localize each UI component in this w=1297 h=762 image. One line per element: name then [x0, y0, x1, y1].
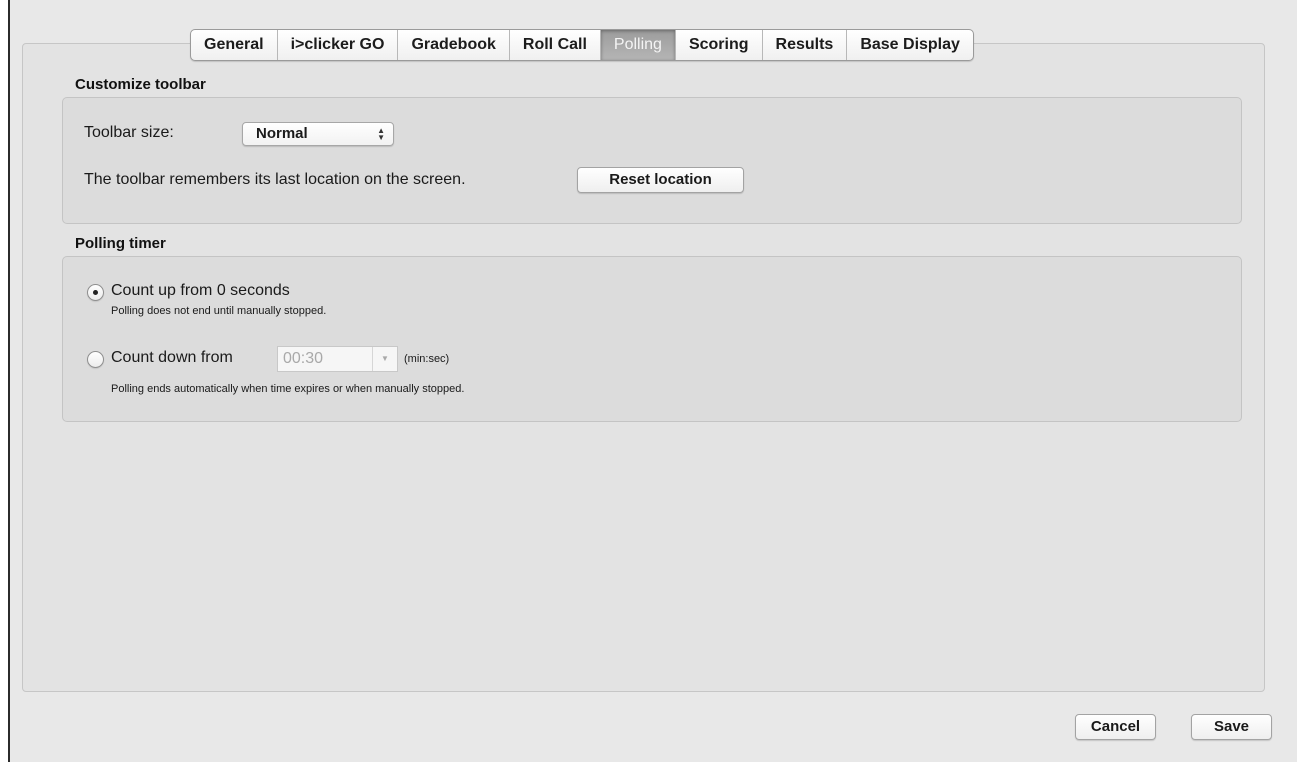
count-down-label[interactable]: Count down from: [111, 349, 233, 367]
polling-timer-heading: Polling timer: [75, 235, 166, 252]
tab-roll-call[interactable]: Roll Call: [510, 30, 601, 60]
count-down-hint: Polling ends automatically when time exp…: [111, 383, 465, 395]
polling-timer-group: [62, 256, 1242, 422]
tab-polling[interactable]: Polling: [600, 30, 676, 60]
time-unit-label: (min:sec): [404, 353, 450, 365]
countdown-time-combobox[interactable]: 00:30 ▼: [277, 346, 398, 372]
count-down-radio[interactable]: [87, 351, 104, 368]
toolbar-size-value: Normal: [256, 125, 308, 142]
tab-base-display[interactable]: Base Display: [847, 30, 973, 60]
updown-arrows-icon: ▲ ▼: [377, 126, 385, 142]
customize-toolbar-group: [62, 97, 1242, 224]
save-button[interactable]: Save: [1191, 714, 1272, 740]
reset-location-button[interactable]: Reset location: [577, 167, 744, 193]
toolbar-size-label: Toolbar size:: [84, 124, 174, 141]
count-up-radio[interactable]: [87, 284, 104, 301]
tab-iclicker-go[interactable]: i>clicker GO: [278, 30, 399, 60]
toolbar-size-select[interactable]: Normal ▲ ▼: [242, 122, 394, 146]
tab-bar: General i>clicker GO Gradebook Roll Call…: [190, 29, 974, 61]
chevron-down-icon[interactable]: ▼: [372, 347, 397, 371]
count-up-label[interactable]: Count up from 0 seconds: [111, 282, 290, 300]
tab-gradebook[interactable]: Gradebook: [398, 30, 510, 60]
customize-toolbar-heading: Customize toolbar: [75, 76, 206, 93]
toolbar-location-text: The toolbar remembers its last location …: [84, 171, 466, 188]
count-up-hint: Polling does not end until manually stop…: [111, 305, 327, 317]
cancel-button[interactable]: Cancel: [1075, 714, 1156, 740]
tab-results[interactable]: Results: [763, 30, 848, 60]
tab-scoring[interactable]: Scoring: [676, 30, 763, 60]
countdown-time-value: 00:30: [283, 350, 324, 367]
tab-general[interactable]: General: [191, 30, 278, 60]
